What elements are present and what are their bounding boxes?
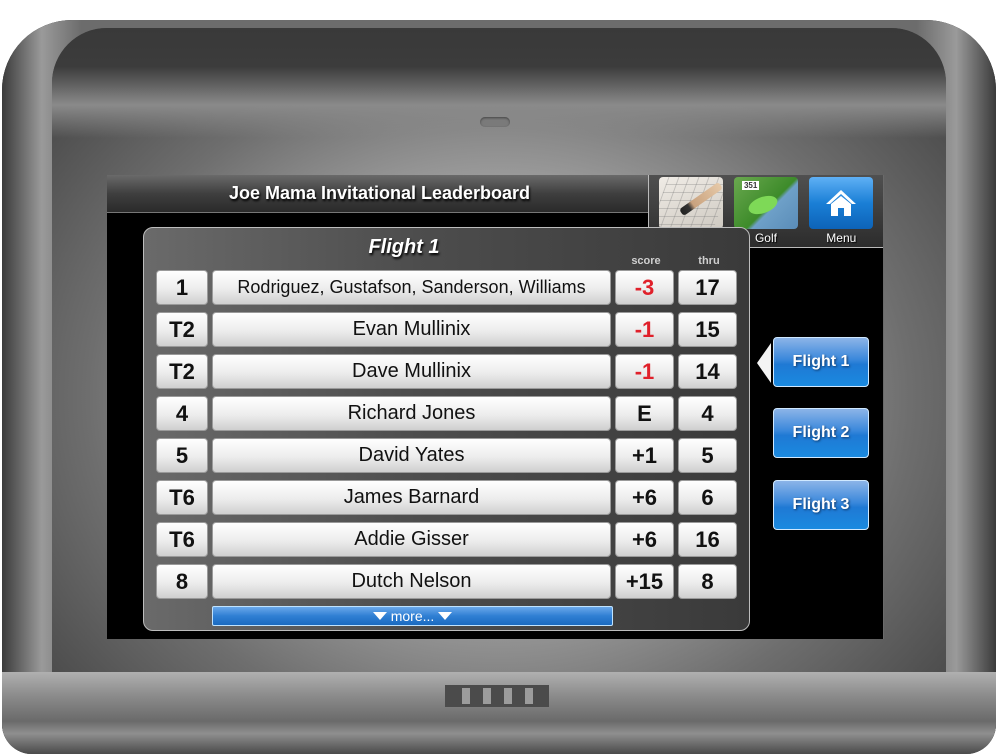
home-icon [809, 177, 874, 229]
flight-1-button[interactable]: Flight 1 [773, 337, 869, 387]
app-label: Menu [826, 231, 857, 245]
thru-cell: 6 [678, 480, 737, 515]
player-name-cell: Addie Gisser [212, 522, 611, 557]
flight-title: Flight 1 [368, 236, 440, 258]
triangle-down-icon [372, 612, 387, 620]
player-name-cell: Rodriguez, Gustafson, Sanderson, William… [212, 270, 611, 305]
camera-sensor [480, 117, 510, 127]
thru-cell: 14 [678, 354, 737, 389]
score-cell: +6 [615, 480, 674, 515]
position-cell: T2 [156, 312, 208, 347]
app-menu[interactable]: Menu [806, 175, 876, 247]
selected-flight-pointer-icon [757, 343, 771, 383]
score-cell: +1 [615, 438, 674, 473]
screen-edge [883, 175, 884, 639]
fairway-shape [746, 192, 780, 218]
triangle-down-icon [438, 612, 453, 620]
leaderboard-row[interactable]: 4 Richard Jones E 4 [156, 396, 737, 431]
position-cell: 1 [156, 270, 208, 305]
page-title: Joe Mama Invitational Leaderboard [228, 183, 531, 203]
score-cell: +6 [615, 522, 674, 557]
screen: Joe Mama Invitational Leaderboard Scorec… [107, 175, 884, 639]
player-name-cell: David Yates [212, 438, 611, 473]
leaderboard-row[interactable]: 8 Dutch Nelson +15 8 [156, 564, 737, 599]
flight-2-button[interactable]: Flight 2 [773, 408, 869, 458]
thru-cell: 15 [678, 312, 737, 347]
app-label: Golf [754, 231, 777, 245]
position-cell: 4 [156, 396, 208, 431]
more-label: more... [390, 608, 435, 624]
player-name-cell: Dave Mullinix [212, 354, 611, 389]
player-name-cell: Richard Jones [212, 396, 611, 431]
score-cell: -3 [615, 270, 674, 305]
scorecard-icon [658, 177, 723, 229]
position-cell: 8 [156, 564, 208, 599]
thru-cell: 17 [678, 270, 737, 305]
player-name-cell: Evan Mullinix [212, 312, 611, 347]
connector-port [445, 685, 549, 707]
position-cell: T6 [156, 522, 208, 557]
leaderboard-row[interactable]: 1 Rodriguez, Gustafson, Sanderson, Willi… [156, 270, 737, 305]
score-cell: -1 [615, 354, 674, 389]
thru-cell: 5 [678, 438, 737, 473]
hole-badge: 351 [741, 181, 760, 190]
title-bar: Joe Mama Invitational Leaderboard [107, 175, 652, 213]
position-cell: T2 [156, 354, 208, 389]
thru-column-header: thru [698, 255, 720, 267]
leaderboard-row[interactable]: T6 James Barnard +6 6 [156, 480, 737, 515]
score-column-header: score [631, 255, 661, 267]
thru-cell: 16 [678, 522, 737, 557]
leaderboard-row[interactable]: 5 David Yates +1 5 [156, 438, 737, 473]
thru-cell: 4 [678, 396, 737, 431]
position-cell: 5 [156, 438, 208, 473]
leaderboard-rows: 1 Rodriguez, Gustafson, Sanderson, Willi… [156, 270, 737, 606]
leaderboard-row[interactable]: T6 Addie Gisser +6 16 [156, 522, 737, 557]
player-name-cell: James Barnard [212, 480, 611, 515]
score-cell: -1 [615, 312, 674, 347]
leaderboard-row[interactable]: T2 Dave Mullinix -1 14 [156, 354, 737, 389]
leaderboard-row[interactable]: T2 Evan Mullinix -1 15 [156, 312, 737, 347]
score-cell: E [615, 396, 674, 431]
thru-cell: 8 [678, 564, 737, 599]
house-glyph [826, 190, 857, 216]
flight-3-button[interactable]: Flight 3 [773, 480, 869, 530]
score-cell: +15 [615, 564, 674, 599]
golf-course-icon: 351 [733, 177, 798, 229]
leaderboard-panel: Flight 1 score thru 1 Rodriguez, Gustafs… [143, 227, 750, 631]
more-button[interactable]: more... [212, 606, 613, 626]
position-cell: T6 [156, 480, 208, 515]
player-name-cell: Dutch Nelson [212, 564, 611, 599]
